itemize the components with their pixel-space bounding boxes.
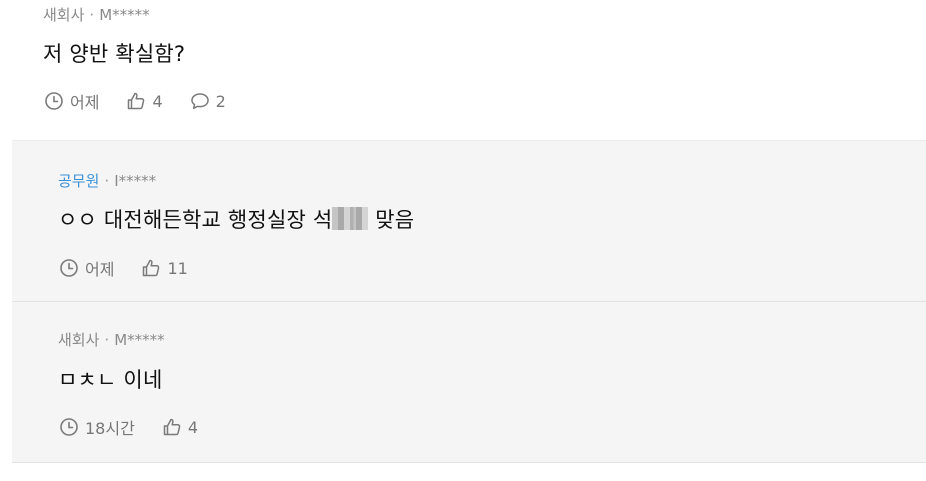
like-count: 4 [152, 91, 163, 111]
like-button[interactable]: 4 [162, 417, 198, 437]
like-button[interactable]: 4 [126, 91, 163, 111]
comment-text: 저 양반 확실함? [43, 42, 186, 66]
clock-icon [45, 92, 63, 110]
time-stamp: 어제 [44, 89, 99, 113]
author-company: 새회사 [58, 331, 100, 349]
clock-icon [60, 259, 78, 277]
comment-actions: 어제 4 2 [44, 89, 253, 113]
author-name: I***** [114, 172, 157, 190]
thumbs-up-icon [143, 259, 160, 277]
comment-text-part: ㅇㅇ 대전해든학교 행정실장 석 [58, 208, 333, 232]
reply-card: 새회사 · M***** ㅁㅊㄴ 이네 18시간 4 [12, 302, 926, 463]
thumbs-up-icon [128, 92, 145, 110]
speech-bubble-icon [190, 93, 209, 110]
comment-text: ㅁㅊㄴ 이네 [58, 368, 163, 392]
comment-text: ㅇㅇ 대전해든학교 행정실장 석 맞음 [58, 204, 414, 234]
reply-card: 공무원 · I***** ㅇㅇ 대전해든학교 행정실장 석 맞음 어제 11 [12, 140, 926, 302]
meta-separator: · [89, 6, 95, 24]
like-count: 4 [187, 417, 198, 437]
meta-separator: · [104, 172, 110, 190]
author-name: M***** [99, 6, 150, 24]
comment-meta: 공무원 · I***** [58, 170, 156, 191]
clock-icon [60, 418, 78, 436]
reply-count: 2 [215, 91, 226, 111]
censored-name-mosaic [332, 207, 369, 230]
time-label: 18시간 [85, 419, 135, 438]
like-count: 11 [167, 258, 188, 278]
author-name: M***** [114, 331, 165, 349]
comment-meta: 새회사 · M***** [43, 4, 150, 25]
time-label: 어제 [85, 260, 115, 279]
comment-text-part: 맞음 [368, 208, 415, 232]
like-button[interactable]: 11 [141, 258, 188, 278]
comment-actions: 18시간 4 [59, 415, 225, 439]
reply-button[interactable]: 2 [190, 91, 226, 111]
comment-card: 새회사 · M***** 저 양반 확실함? 어제 4 2 [0, 0, 926, 140]
author-company: 공무원 [58, 172, 100, 190]
thumbs-up-icon [163, 418, 181, 436]
meta-separator: · [104, 331, 110, 349]
author-company: 새회사 [43, 6, 85, 24]
comment-actions: 어제 11 [59, 256, 215, 280]
time-label: 어제 [70, 93, 100, 112]
time-stamp: 18시간 [59, 415, 135, 439]
comment-meta: 새회사 · M***** [58, 329, 165, 350]
time-stamp: 어제 [59, 256, 114, 280]
